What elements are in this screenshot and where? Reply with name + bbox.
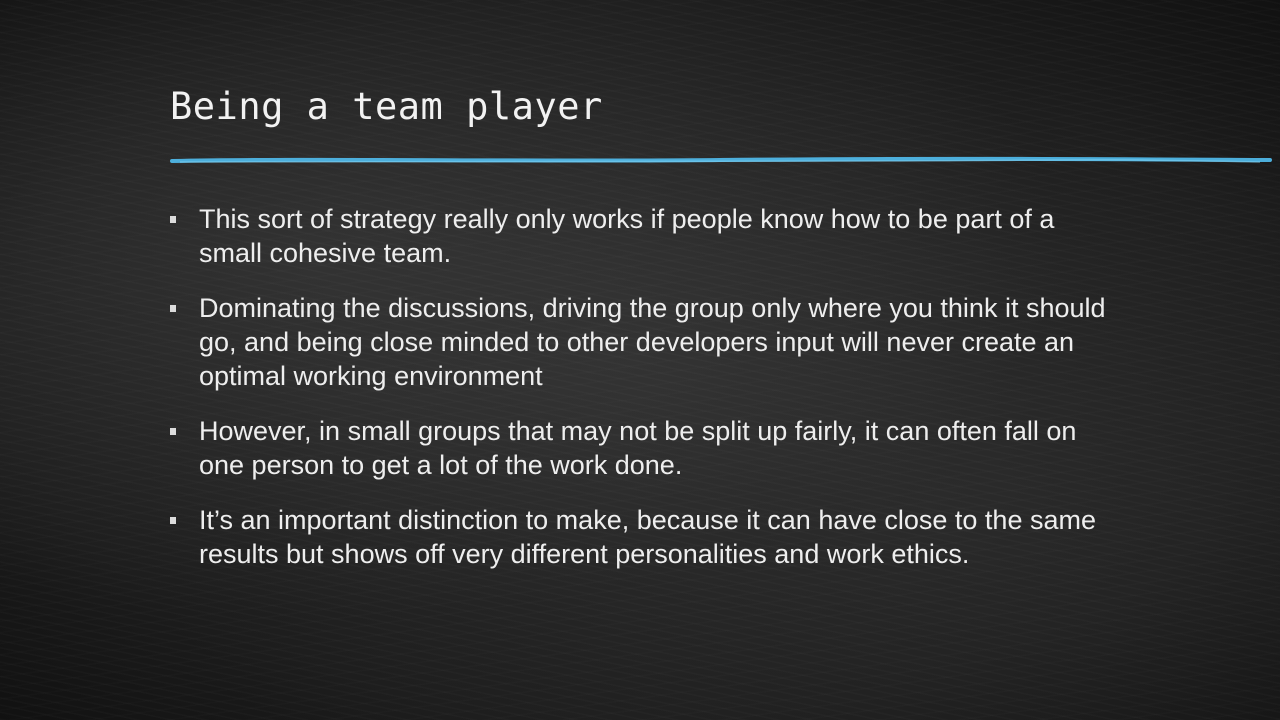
bullet-marker-icon [170,517,176,524]
bullet-item-3: However, in small groups that may not be… [170,414,1120,482]
bullet-item-4: It’s an important distinction to make, b… [170,503,1120,571]
bullet-item-1: This sort of strategy really only works … [170,202,1120,270]
bullet-text-3: However, in small groups that may not be… [199,416,1077,480]
slide: Being a team player This sort of strateg… [0,0,1280,720]
title-underline [170,156,1272,163]
bullet-marker-icon [170,216,176,223]
bullet-item-2: Dominating the discussions, driving the … [170,291,1120,393]
bullet-text-2: Dominating the discussions, driving the … [199,293,1106,391]
bullet-marker-icon [170,428,176,435]
bullet-text-1: This sort of strategy really only works … [199,204,1055,268]
bullet-marker-icon [170,305,176,312]
slide-title: Being a team player [170,85,603,128]
bullet-text-4: It’s an important distinction to make, b… [199,505,1096,569]
bullet-list: This sort of strategy really only works … [170,202,1120,592]
